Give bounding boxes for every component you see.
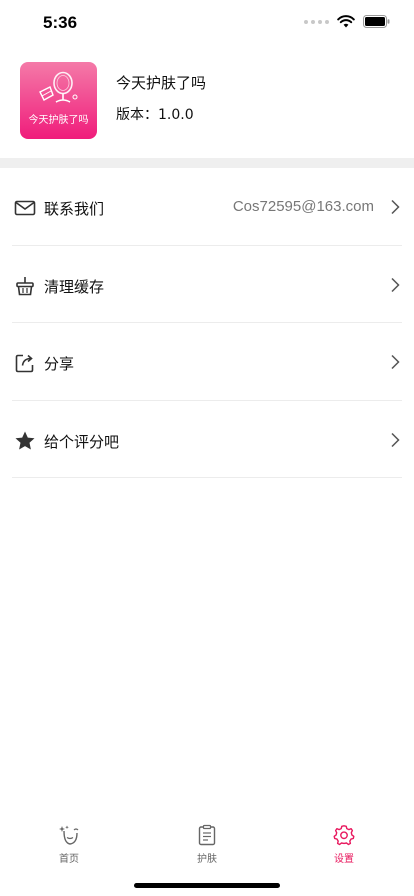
app-logo: 今天护肤了吗 — [20, 62, 97, 139]
menu-item-rate-us[interactable]: 给个评分吧 — [12, 401, 402, 478]
mirror-icon — [39, 71, 78, 103]
app-version: 版本：1.0.0 — [116, 107, 194, 123]
contact-email: Cos72595@163.com — [232, 198, 374, 215]
battery-icon — [363, 15, 390, 28]
home-indicator — [134, 883, 280, 888]
tab-home[interactable]: 首页 — [29, 824, 109, 865]
share-icon — [15, 354, 34, 373]
chevron-right-icon — [391, 354, 400, 370]
app-logo-text: 今天护肤了吗 — [28, 115, 89, 126]
menu-item-label: 清理缓存 — [44, 277, 105, 296]
menu-item-label: 分享 — [44, 355, 75, 373]
chevron-right-icon — [391, 277, 400, 292]
gear-icon — [333, 825, 355, 846]
face-sparkle-icon — [59, 825, 79, 845]
tab-skincare[interactable]: 护肤 — [167, 824, 247, 865]
app-info-header: 今天护肤了吗 今天护肤了吗 版本：1.0.0 — [0, 48, 414, 158]
settings-menu: 联系我们 Cos72595@163.com 清理缓存 分享 给个评分吧 — [0, 168, 414, 478]
chevron-right-icon — [391, 432, 400, 447]
menu-item-clear-cache[interactable]: 清理缓存 — [12, 246, 402, 323]
broom-basket-icon — [16, 276, 34, 295]
wifi-icon — [337, 15, 355, 28]
app-name: 今天护肤了吗 — [116, 74, 207, 92]
menu-item-label: 给个评分吧 — [44, 432, 120, 451]
clipboard-icon — [198, 824, 216, 846]
star-icon — [15, 431, 35, 449]
chevron-right-icon — [391, 199, 400, 215]
section-divider — [0, 158, 414, 168]
status-time: 5:36 — [43, 13, 78, 32]
status-icons — [304, 15, 390, 28]
tab-settings[interactable]: 设置 — [304, 824, 384, 865]
tab-label: 护肤 — [197, 854, 217, 865]
status-bar: 5:36 — [0, 0, 414, 48]
tab-label: 设置 — [334, 854, 354, 865]
menu-item-label: 联系我们 — [44, 200, 105, 218]
signal-icon — [304, 19, 329, 24]
menu-item-contact-us[interactable]: 联系我们 Cos72595@163.com — [12, 168, 402, 246]
menu-item-share[interactable]: 分享 — [12, 323, 402, 401]
mail-icon — [14, 200, 36, 216]
tab-label: 首页 — [59, 854, 79, 865]
